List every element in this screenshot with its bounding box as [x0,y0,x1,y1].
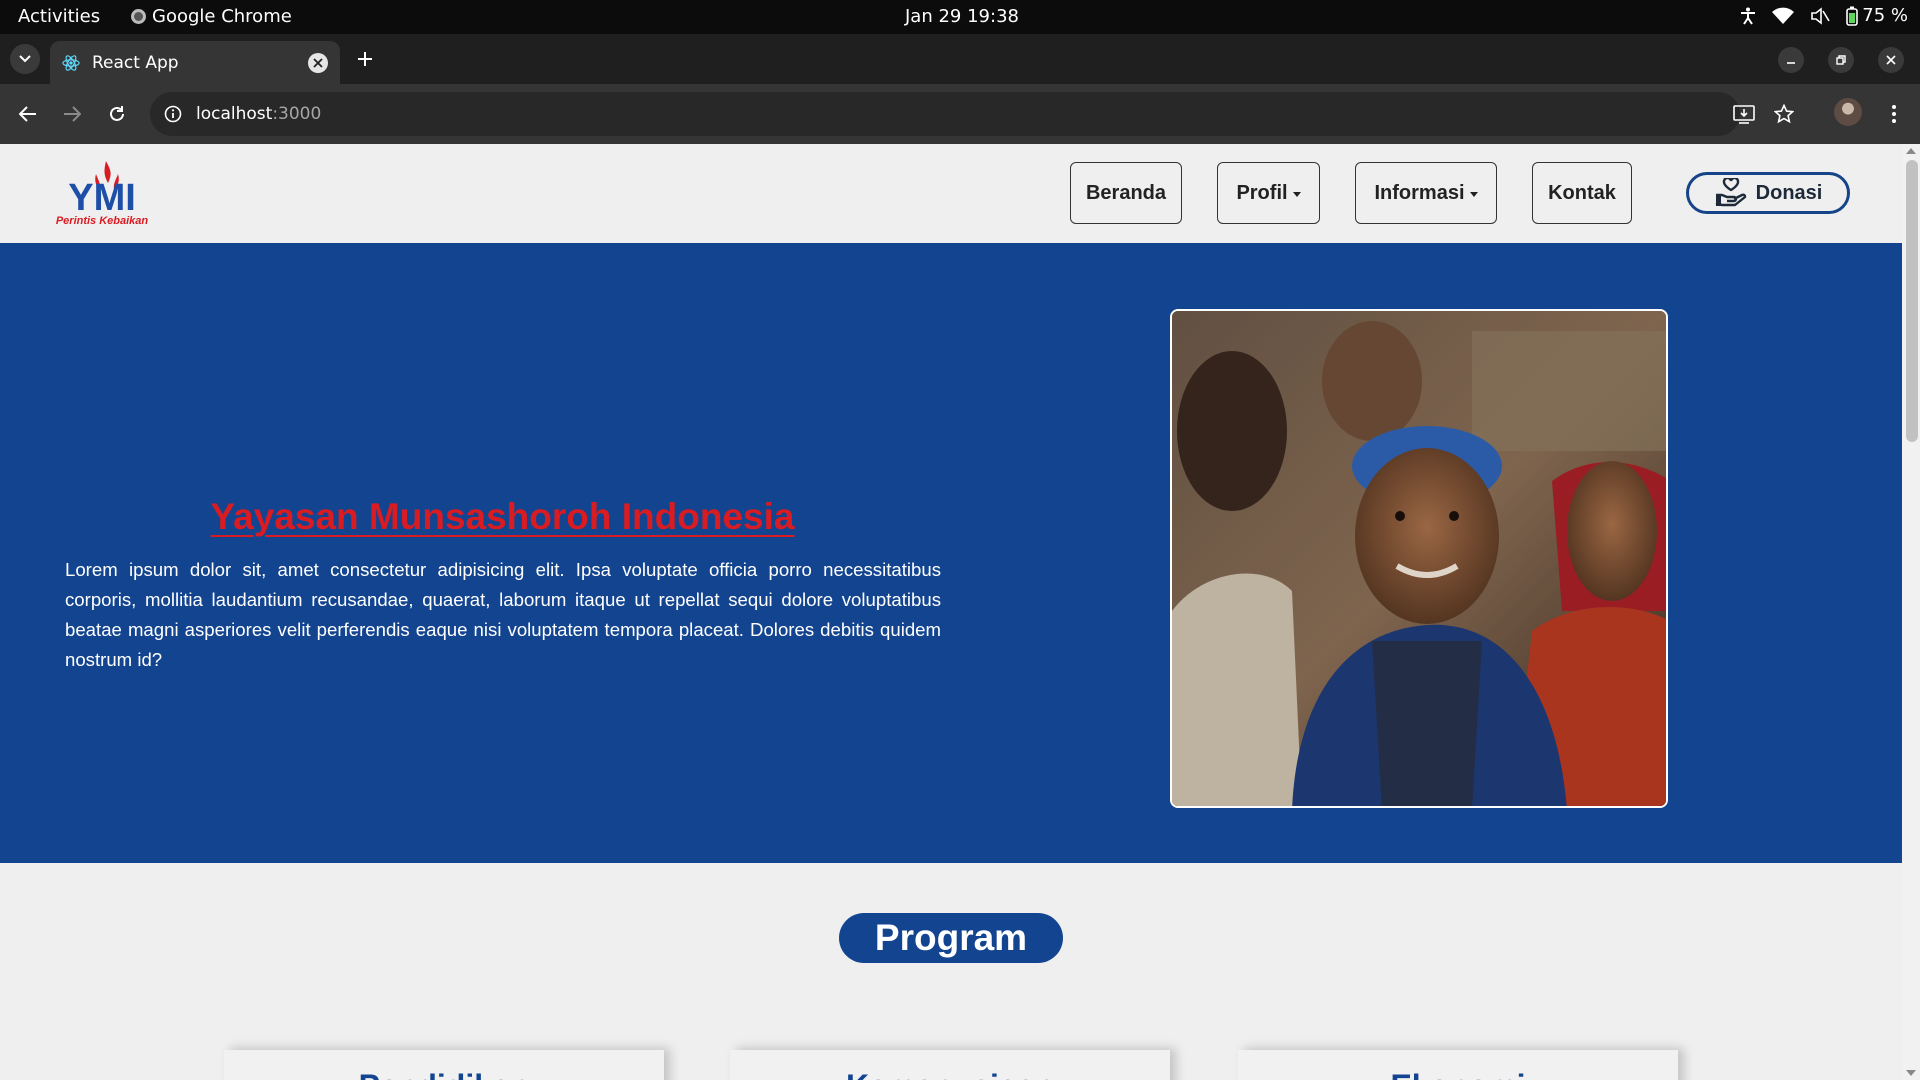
battery-icon [1846,6,1859,26]
chevron-down-icon [19,55,31,63]
donasi-button[interactable]: Donasi [1686,172,1850,214]
reload-icon [110,106,124,121]
donate-hand-heart-icon [1715,178,1746,207]
program-card-title: Ekonomi [1390,1068,1525,1080]
caret-down-icon [1292,191,1301,197]
site-logo[interactable]: YMI Perintis Kebaikan [52,158,152,228]
back-button[interactable] [12,98,44,130]
browser-toolbar: localhost:3000 [0,84,1920,144]
address-bar[interactable]: localhost:3000 [150,92,1740,136]
arrow-right-icon [64,106,81,122]
nav-kontak-label: Kontak [1548,181,1616,204]
app-name: Google Chrome [152,6,292,27]
minimize-icon [1787,62,1795,64]
speaker-muted-icon [1811,6,1830,25]
hero-section: Yayasan Munsashoroh Indonesia Lorem ipsu… [0,243,1902,863]
scroll-down-arrow[interactable] [1906,1070,1916,1076]
program-card-pendidikan[interactable]: Pendidikan [224,1050,664,1080]
url-host: localhost [196,104,273,124]
os-top-bar: Activities Google Chrome Jan 29 19:38 75… [0,0,1920,34]
app-menu[interactable]: Google Chrome [131,6,292,27]
caret-down-icon [1469,191,1478,197]
logo-mark: YMI [68,177,136,219]
ymi-logo: YMI Perintis Kebaikan [56,161,149,227]
kebab-menu-icon [1892,105,1896,123]
install-app-button[interactable] [1728,98,1760,130]
info-icon [164,105,182,123]
logo-tagline: Perintis Kebaikan [56,215,149,227]
install-icon [1733,105,1755,124]
arrow-left-icon [19,106,36,122]
nav-beranda-label: Beranda [1085,181,1167,204]
scroll-up-arrow[interactable] [1906,148,1916,154]
chrome-icon [131,9,146,24]
page-viewport[interactable]: YMI Perintis Kebaikan Beranda Profil Inf… [0,144,1920,1080]
star-icon [1774,104,1794,124]
site-navbar: YMI Perintis Kebaikan Beranda Profil Inf… [0,144,1902,243]
nav-informasi-label: Informasi [1374,181,1465,204]
nav-profil-label: Profil [1236,181,1288,204]
children-photo-image [1172,311,1666,806]
nav-informasi[interactable]: Informasi [1355,162,1497,224]
hero-description: Lorem ipsum dolor sit, amet consectetur … [65,559,941,670]
program-card-title: Kemanusiaan [846,1068,1054,1080]
tab-title: React App [92,52,179,73]
program-card-kemanusiaan[interactable]: Kemanusiaan [730,1050,1170,1080]
url-port: :3000 [272,104,322,124]
bookmark-button[interactable] [1768,98,1800,130]
tab-strip: React App [0,34,1920,84]
url-text[interactable]: localhost:3000 [196,104,321,124]
restore-button[interactable] [1828,47,1854,73]
close-icon [313,57,323,68]
chrome-menu-button[interactable] [1878,98,1910,130]
plus-icon [358,52,372,66]
tab-close-button[interactable] [308,52,328,73]
nav-profil[interactable]: Profil [1217,162,1320,224]
forward-button[interactable] [56,98,88,130]
clock[interactable]: Jan 29 19:38 [905,6,1019,27]
scrollbar-thumb[interactable] [1906,160,1918,442]
tab-react-app[interactable]: React App [50,41,340,84]
activities-button[interactable]: Activities [18,6,100,27]
program-heading: Program [839,913,1063,963]
hero-photo-children [1170,309,1668,808]
react-icon [62,54,80,71]
minimize-button[interactable] [1778,47,1804,73]
nav-kontak[interactable]: Kontak [1532,162,1632,224]
program-card-ekonomi[interactable]: Ekonomi [1238,1050,1678,1080]
profile-avatar[interactable] [1834,98,1862,126]
accessibility-icon [1741,7,1756,25]
donasi-label: Donasi [1755,181,1823,204]
new-tab-button[interactable] [352,46,378,72]
page-scrollbar[interactable] [1902,144,1920,1080]
battery-percent: 75 % [1862,5,1908,26]
tab-search-button[interactable] [10,44,40,74]
wifi-icon [1772,7,1795,24]
close-icon [1886,55,1896,65]
program-card-title: Pendidikan [359,1068,530,1080]
reload-button[interactable] [101,98,133,130]
restore-icon [1836,55,1846,65]
nav-beranda[interactable]: Beranda [1070,162,1182,224]
close-window-button[interactable] [1878,47,1904,73]
hero-title: Yayasan Munsashoroh Indonesia [210,496,795,537]
system-tray[interactable]: 75 % [1740,5,1908,26]
